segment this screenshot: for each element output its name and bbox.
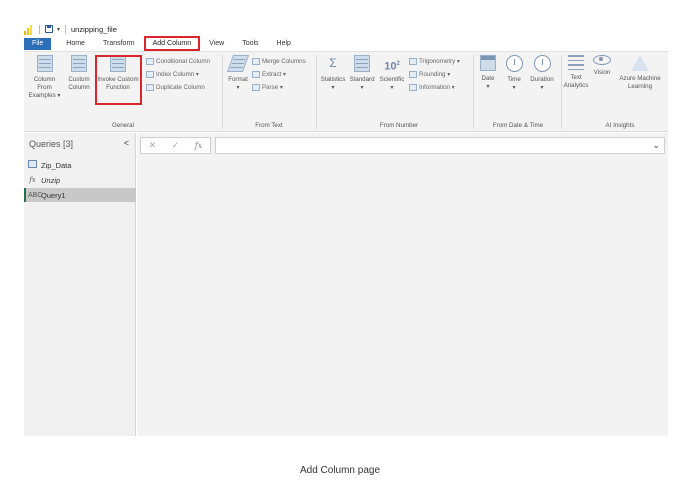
formula-bar: ✕ ✓ fx ⌄ [140,137,665,154]
parse-button[interactable]: Parse ▾ [252,82,283,92]
query-item-zip-data[interactable]: Zip_Data [24,158,136,172]
ai-insights-group-label: AI Insights [605,122,635,129]
ribbon: Column From Examples ▾ Custom Column Inv… [24,51,668,132]
standard-operations-icon [354,55,370,72]
tab-view[interactable]: View [200,38,233,50]
trigonometry-icon [409,57,417,65]
tab-tools[interactable]: Tools [233,38,267,50]
queries-pane: Queries [3] < Zip_Data fx Unzip ABC Quer… [24,133,136,436]
index-column-icon [146,70,154,78]
column-from-examples-icon [36,55,53,72]
ribbon-separator [222,55,223,129]
formula-input[interactable]: ⌄ [215,137,665,154]
format-button[interactable]: Format ▾ [226,55,250,92]
from-date-time-group-label: From Date & Time [492,122,544,129]
tab-help[interactable]: Help [268,38,300,50]
index-column-button[interactable]: Index Column ▾ [146,69,199,79]
date-button[interactable]: Date ▾ [476,55,500,91]
rounding-icon [409,70,417,78]
figure-caption: Add Column page [299,465,381,476]
tab-file[interactable]: File [24,38,52,50]
merge-columns-icon [252,57,260,65]
extract-button[interactable]: Extract ▾ [252,69,286,79]
query-item-query1[interactable]: ABC Query1 [24,188,136,202]
format-icon [226,55,250,72]
conditional-column-button[interactable]: Conditional Column [146,56,210,66]
scientific-icon: 102 [384,60,400,73]
title-separator [65,24,67,34]
column-from-examples-button[interactable]: Column From Examples ▾ [26,55,63,100]
time-button[interactable]: Time ▾ [502,55,526,92]
formula-bar-buttons: ✕ ✓ fx [140,137,211,154]
merge-columns-button[interactable]: Merge Columns [252,56,306,66]
collapse-pane-icon[interactable]: < [124,138,129,148]
commit-formula-icon[interactable]: ✓ [172,140,180,151]
power-query-window: ▾ unzipping_file File Home Transform Add… [24,22,668,436]
text-analytics-button[interactable]: Text Analytics [562,55,590,90]
power-bi-logo-icon [24,24,34,35]
statistics-button[interactable]: Σ Statistics ▾ [319,55,347,92]
title-bar: ▾ unzipping_file [24,22,668,36]
information-button[interactable]: Information ▾ [409,82,455,92]
eye-icon [593,55,611,65]
information-icon [409,83,417,91]
standard-button[interactable]: Standard ▾ [348,55,376,92]
invoke-custom-function-button[interactable]: Invoke Custom Function [96,55,140,92]
tab-home[interactable]: Home [57,38,94,50]
tab-add-column[interactable]: Add Column [144,38,201,50]
title-separator [39,24,40,34]
flask-icon [631,55,649,71]
query-item-unzip[interactable]: fx Unzip [24,173,136,187]
function-icon: fx [29,176,36,184]
trigonometry-button[interactable]: Trigonometry ▾ [409,56,460,66]
quick-access-dropdown-icon[interactable]: ▾ [57,26,60,33]
parse-icon [252,83,260,91]
custom-column-button[interactable]: Custom Column [65,55,93,92]
ribbon-separator [473,55,474,129]
duplicate-column-icon [146,83,154,91]
vision-button[interactable]: Vision [591,55,613,77]
clock-icon [505,55,523,72]
invoke-custom-function-icon [110,55,126,72]
window-title: unzipping_file [71,24,117,34]
tab-transform[interactable]: Transform [94,38,144,50]
duplicate-column-button[interactable]: Duplicate Column [146,82,205,92]
expand-formula-chevron-icon[interactable]: ⌄ [652,140,660,151]
text-analytics-icon [568,55,584,70]
ribbon-separator [316,55,317,129]
text-type-icon: ABC [28,191,43,199]
from-text-group-label: From Text [255,122,283,129]
conditional-column-icon [146,57,154,65]
rounding-button[interactable]: Rounding ▾ [409,69,450,79]
duration-button[interactable]: Duration ▾ [527,55,557,92]
query-editor-area: ✕ ✓ fx ⌄ [137,133,668,436]
extract-icon [252,70,260,78]
ribbon-tabs: File Home Transform Add Column View Tool… [24,38,300,50]
save-icon[interactable] [45,25,53,33]
scientific-button[interactable]: 102 Scientific ▾ [377,55,407,92]
cancel-formula-icon[interactable]: ✕ [149,140,157,151]
azure-machine-learning-button[interactable]: Azure Machine Learning [614,55,666,91]
statistics-sigma-icon: Σ [329,56,337,70]
from-number-group-label: From Number [379,122,419,129]
insert-function-icon[interactable]: fx [195,141,202,150]
table-icon [28,160,37,168]
queries-header: Queries [3] [29,139,74,149]
calendar-icon [480,55,496,71]
general-group-label: General [111,122,134,129]
stopwatch-icon [533,55,551,72]
custom-column-icon [71,55,87,72]
